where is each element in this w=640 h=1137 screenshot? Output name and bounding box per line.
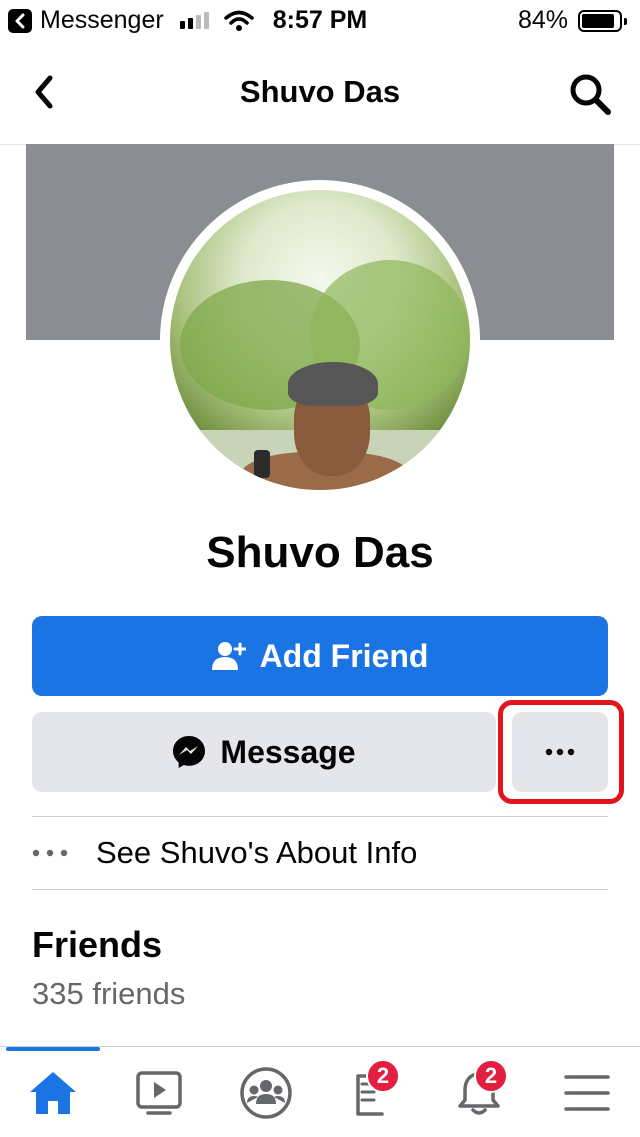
- status-bar: Messenger 8:57 PM 84%: [0, 0, 640, 40]
- add-friend-icon: [211, 642, 246, 670]
- video-icon: [136, 1071, 182, 1115]
- page-title: Shuvo Das: [239, 74, 401, 109]
- about-info-label: See Shuvo's About Info: [96, 835, 418, 870]
- battery-percent: 84%: [518, 6, 569, 34]
- battery-icon: [578, 10, 627, 32]
- friends-count: 335 friends: [32, 976, 186, 1011]
- profile-picture[interactable]: [170, 190, 470, 490]
- divider: [32, 889, 608, 890]
- messenger-icon: [173, 736, 206, 768]
- tab-menu[interactable]: [534, 1061, 640, 1125]
- profile-name: Shuvo Das: [206, 528, 434, 577]
- marketplace-badge: 2: [366, 1059, 400, 1093]
- bottom-tab-bar: 2 2: [0, 1046, 640, 1137]
- dots-icon: [32, 849, 68, 857]
- menu-icon: [564, 1075, 610, 1111]
- groups-icon: [240, 1067, 292, 1119]
- active-tab-indicator: [6, 1047, 100, 1051]
- about-info-link[interactable]: See Shuvo's About Info: [32, 830, 608, 876]
- tab-marketplace[interactable]: 2: [320, 1059, 426, 1125]
- message-label: Message: [220, 733, 356, 770]
- tab-watch[interactable]: [106, 1061, 212, 1125]
- highlight-box: [498, 700, 624, 804]
- search-icon[interactable]: [568, 72, 612, 116]
- notifications-badge: 2: [474, 1059, 508, 1093]
- divider: [32, 816, 608, 817]
- message-button[interactable]: Message: [32, 712, 496, 792]
- header: Shuvo Das: [0, 40, 640, 145]
- friends-heading[interactable]: Friends: [32, 924, 162, 966]
- add-friend-label: Add Friend: [259, 637, 429, 674]
- tab-groups[interactable]: [213, 1061, 319, 1125]
- tab-home[interactable]: [0, 1061, 106, 1125]
- home-icon: [30, 1072, 76, 1114]
- tab-notifications[interactable]: 2: [426, 1059, 532, 1125]
- add-friend-button[interactable]: Add Friend: [32, 616, 608, 696]
